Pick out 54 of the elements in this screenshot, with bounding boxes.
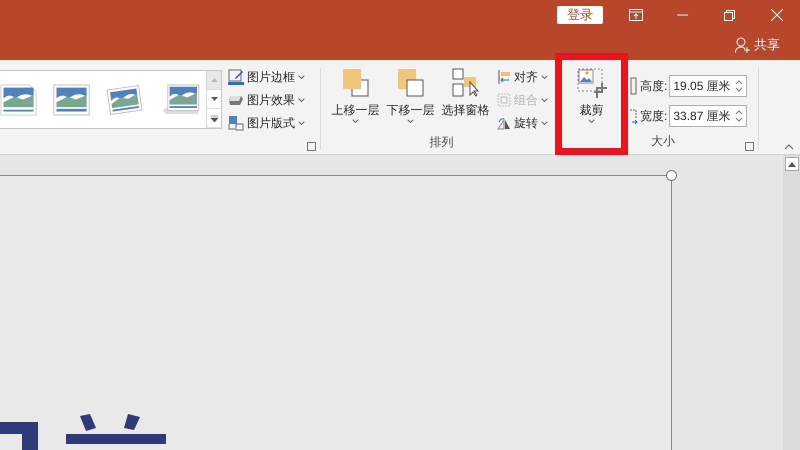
picture-command-button[interactable]: 图片边框 <box>228 67 318 87</box>
ribbon-display-icon <box>628 9 642 21</box>
crop-picture-icon <box>576 68 606 98</box>
minimize-icon <box>677 14 688 16</box>
caret-icon <box>541 120 548 126</box>
group-label: 排列 <box>428 134 454 151</box>
spinner-icon <box>735 79 744 93</box>
dialog-launcher-icon[interactable] <box>307 142 316 151</box>
up-arrow-icon <box>210 78 218 82</box>
rotation-handle[interactable] <box>666 170 677 181</box>
size-label: 高度: <box>640 78 668 94</box>
pencil-border-icon <box>228 69 244 85</box>
add-person-icon <box>735 37 751 53</box>
send-backward-icon <box>396 68 424 98</box>
share-button[interactable]: 共享 <box>735 36 780 54</box>
size-input-field[interactable]: 33.87 厘米 <box>669 105 748 127</box>
arrange-command-button[interactable]: 旋转 <box>497 113 555 133</box>
size-label: 宽度: <box>640 108 668 124</box>
group-label: 大小 <box>650 133 676 150</box>
picture-command-button[interactable]: 图片效果 <box>228 90 318 110</box>
picture-command-button[interactable]: 图片版式 <box>228 113 318 133</box>
group-icon <box>497 93 511 107</box>
caret-icon <box>541 98 548 102</box>
expand-arrow-icon <box>210 114 218 122</box>
dialog-launcher-icon[interactable] <box>745 142 754 151</box>
crop-button[interactable]: 裁剪 <box>572 60 612 132</box>
size-input-field[interactable]: 19.05 厘米 <box>669 75 748 97</box>
width-icon <box>630 107 638 125</box>
up-arrow-icon <box>788 162 796 166</box>
selection-pane-icon <box>452 68 480 98</box>
caret-icon <box>588 119 595 124</box>
scroll-up-button[interactable] <box>784 157 798 171</box>
arrange-button[interactable]: 选择窗格 <box>438 60 493 133</box>
vertical-scrollbar[interactable] <box>783 155 800 450</box>
spinner-icon <box>735 109 744 123</box>
align-icon <box>497 70 511 84</box>
collapse-ribbon-icon[interactable] <box>784 144 794 150</box>
arrange-button[interactable]: 下移一层 <box>383 60 438 133</box>
restore-icon <box>724 10 735 20</box>
down-arrow-icon <box>210 97 218 101</box>
caret-icon <box>298 98 305 102</box>
picture-layout-icon <box>228 115 244 131</box>
height-icon <box>630 77 638 95</box>
close-icon <box>770 9 782 21</box>
rotate-icon <box>497 116 511 130</box>
caret-icon <box>298 74 305 80</box>
picture-style-thumbnail[interactable] <box>53 82 90 118</box>
bring-forward-icon <box>342 68 370 98</box>
arrange-button[interactable]: 上移一层 <box>328 60 383 133</box>
arrange-command-button[interactable]: 对齐 <box>497 67 555 87</box>
picture-style-thumbnail[interactable] <box>0 82 38 118</box>
caret-icon <box>541 74 548 80</box>
login-button[interactable]: 登录 <box>557 6 603 24</box>
caret-icon <box>298 120 305 126</box>
